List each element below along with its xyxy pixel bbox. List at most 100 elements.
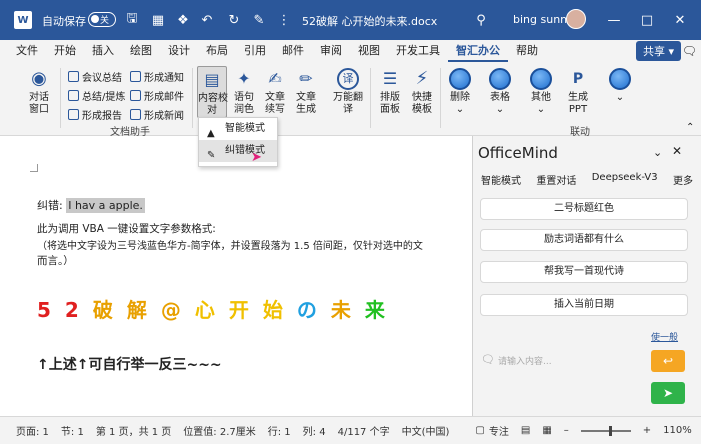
- tab-layout[interactable]: 布局: [198, 40, 236, 62]
- robot-icon: ◉: [31, 68, 47, 89]
- collapse-ribbon-icon[interactable]: ⌃: [686, 122, 694, 133]
- status-page[interactable]: 页面: 1: [16, 423, 49, 438]
- document-icon[interactable]: ▦: [149, 11, 167, 29]
- prompt-button[interactable]: 插入当前日期: [480, 294, 688, 316]
- tab-smart-office[interactable]: 智汇办公: [448, 40, 508, 62]
- layout-panel-button[interactable]: ☰ 排版 面板: [376, 68, 404, 116]
- focus-icon[interactable]: ▢: [475, 425, 484, 436]
- status-chars[interactable]: 4/117 个字: [338, 423, 390, 438]
- summary-outline-button[interactable]: 总结/提炼: [68, 88, 125, 103]
- more-icon[interactable]: ⋮: [275, 11, 293, 29]
- status-page-of[interactable]: 第 1 页，共 1 页: [96, 423, 171, 438]
- vba-desc-end: 而言。）: [37, 255, 74, 267]
- delete-button[interactable]: 删除 ⌄: [446, 68, 474, 116]
- panel-dropdown-icon[interactable]: ⌄: [653, 146, 662, 159]
- avatar[interactable]: [566, 9, 586, 29]
- comments-icon[interactable]: 🗨: [682, 44, 697, 58]
- meeting-summary-button[interactable]: 会议总结: [68, 69, 122, 84]
- minimize-icon[interactable]: —: [605, 11, 623, 29]
- panel-link[interactable]: 使一般: [651, 330, 678, 343]
- tab-references[interactable]: 引用: [236, 40, 274, 62]
- table-button[interactable]: 表格 ⌄: [486, 68, 514, 116]
- polish-button[interactable]: ✦ 语句 润色: [230, 68, 258, 116]
- form-report-button[interactable]: 形成报告: [68, 107, 122, 122]
- extra-button[interactable]: ⌄: [606, 68, 634, 104]
- divider: [192, 68, 193, 128]
- zoom-out-icon[interactable]: –: [564, 425, 569, 436]
- continue-write-button[interactable]: ✍ 文章 续写: [261, 68, 289, 116]
- form-notice-button[interactable]: 形成通知: [130, 69, 184, 84]
- document-title[interactable]: 52破解 心开始的未来.docx: [302, 13, 437, 29]
- document-canvas[interactable]: 纠错: I hav a apple. 此为调用 VBA 一键设置文字参数格式: …: [0, 136, 472, 416]
- content-check-button[interactable]: ▤ 内容校 对: [197, 66, 228, 118]
- status-position[interactable]: 位置值: 2.7厘米: [183, 423, 255, 438]
- panel-tab-model[interactable]: Deepseek-V3: [592, 172, 658, 187]
- panel-close-icon[interactable]: ✕: [672, 144, 682, 158]
- zoom-slider[interactable]: [580, 425, 631, 436]
- tab-help[interactable]: 帮助: [508, 40, 546, 62]
- bookmark-icon[interactable]: ❖: [174, 11, 192, 29]
- close-icon[interactable]: ✕: [671, 11, 689, 29]
- status-row[interactable]: 行: 1: [268, 423, 291, 438]
- format-painter-icon[interactable]: ✎: [250, 11, 268, 29]
- panel-tab-more[interactable]: 更多: [673, 172, 693, 187]
- selected-text[interactable]: I hav a apple.: [66, 198, 145, 213]
- dialog-window-button[interactable]: ◉ 对话 窗口: [22, 68, 56, 116]
- tab-review[interactable]: 审阅: [312, 40, 350, 62]
- smart-mode-item[interactable]: ▲ 智能模式: [199, 118, 277, 140]
- error-mode-item[interactable]: ✎ 纠错模式: [199, 140, 277, 162]
- status-section[interactable]: 节: 1: [61, 423, 84, 438]
- prompt-button[interactable]: 帮我写一首现代诗: [480, 261, 688, 283]
- zoom-in-icon[interactable]: +: [643, 425, 651, 436]
- sparkle-pen-icon: ✦: [237, 69, 251, 88]
- chat-icon: 🗨: [481, 353, 495, 366]
- generate-article-button[interactable]: ✏ 文章 生成: [292, 68, 320, 116]
- status-lang[interactable]: 中文(中国): [402, 423, 450, 438]
- prompt-button[interactable]: 二号标题红色: [480, 198, 688, 220]
- correction-line: 纠错: I hav a apple.: [37, 197, 145, 213]
- divider: [370, 68, 371, 128]
- status-col[interactable]: 列: 4: [303, 423, 326, 438]
- save-icon[interactable]: 🖫: [123, 11, 141, 29]
- zoom-thumb[interactable]: [608, 425, 612, 436]
- tab-file[interactable]: 文件: [8, 40, 46, 62]
- other-button[interactable]: 其他 ⌄: [527, 68, 555, 116]
- quick-layout-button[interactable]: ⚡ 快捷 模板: [408, 68, 436, 116]
- form-news-button[interactable]: 形成新闻: [130, 107, 184, 122]
- tab-home[interactable]: 开始: [46, 40, 84, 62]
- tab-developer[interactable]: 开发工具: [388, 40, 448, 62]
- undo-icon[interactable]: ↶: [198, 11, 216, 29]
- title-char: 2: [64, 298, 93, 322]
- tab-draw[interactable]: 绘图: [122, 40, 160, 62]
- prompt-button[interactable]: 励志词语都有什么: [480, 229, 688, 251]
- tab-design[interactable]: 设计: [160, 40, 198, 62]
- summary-outline-label: 总结/提炼: [82, 92, 126, 103]
- gen-ppt-button[interactable]: P 生成 PPT: [564, 68, 592, 116]
- undo-button[interactable]: ↩: [651, 350, 685, 372]
- translate-button[interactable]: 译 万能翻 译: [332, 68, 364, 116]
- meeting-icon: [68, 71, 79, 82]
- title-char: 来: [364, 298, 399, 322]
- status-focus[interactable]: 专注: [489, 423, 509, 438]
- maximize-icon[interactable]: □: [638, 11, 656, 29]
- form-mail-button[interactable]: 形成邮件: [130, 88, 184, 103]
- panel-tab-smart[interactable]: 智能模式: [481, 172, 521, 187]
- print-layout-icon[interactable]: ▦: [542, 425, 551, 436]
- align-icon: ☰: [382, 69, 398, 88]
- read-mode-icon[interactable]: ▤: [521, 425, 530, 436]
- dialog-window-label: 对话 窗口: [29, 92, 49, 115]
- smart-mode-label: 智能模式: [225, 123, 265, 134]
- quick-layout-label: 快捷 模板: [412, 92, 432, 115]
- status-zoom[interactable]: 110%: [663, 425, 692, 436]
- user-name[interactable]: bing sunny: [513, 13, 574, 26]
- tab-mailings[interactable]: 邮件: [274, 40, 312, 62]
- send-button[interactable]: ➤: [651, 382, 685, 404]
- redo-icon[interactable]: ↻: [225, 11, 243, 29]
- share-button[interactable]: 共享 ▾: [635, 41, 681, 61]
- tab-view[interactable]: 视图: [350, 40, 388, 62]
- panel-tab-reset[interactable]: 重置对话: [536, 172, 576, 187]
- chat-placeholder: 请输入内容...: [498, 357, 552, 367]
- tab-insert[interactable]: 插入: [84, 40, 122, 62]
- search-icon[interactable]: ⚲: [472, 11, 490, 29]
- chat-input[interactable]: 🗨 请输入内容...: [478, 348, 643, 406]
